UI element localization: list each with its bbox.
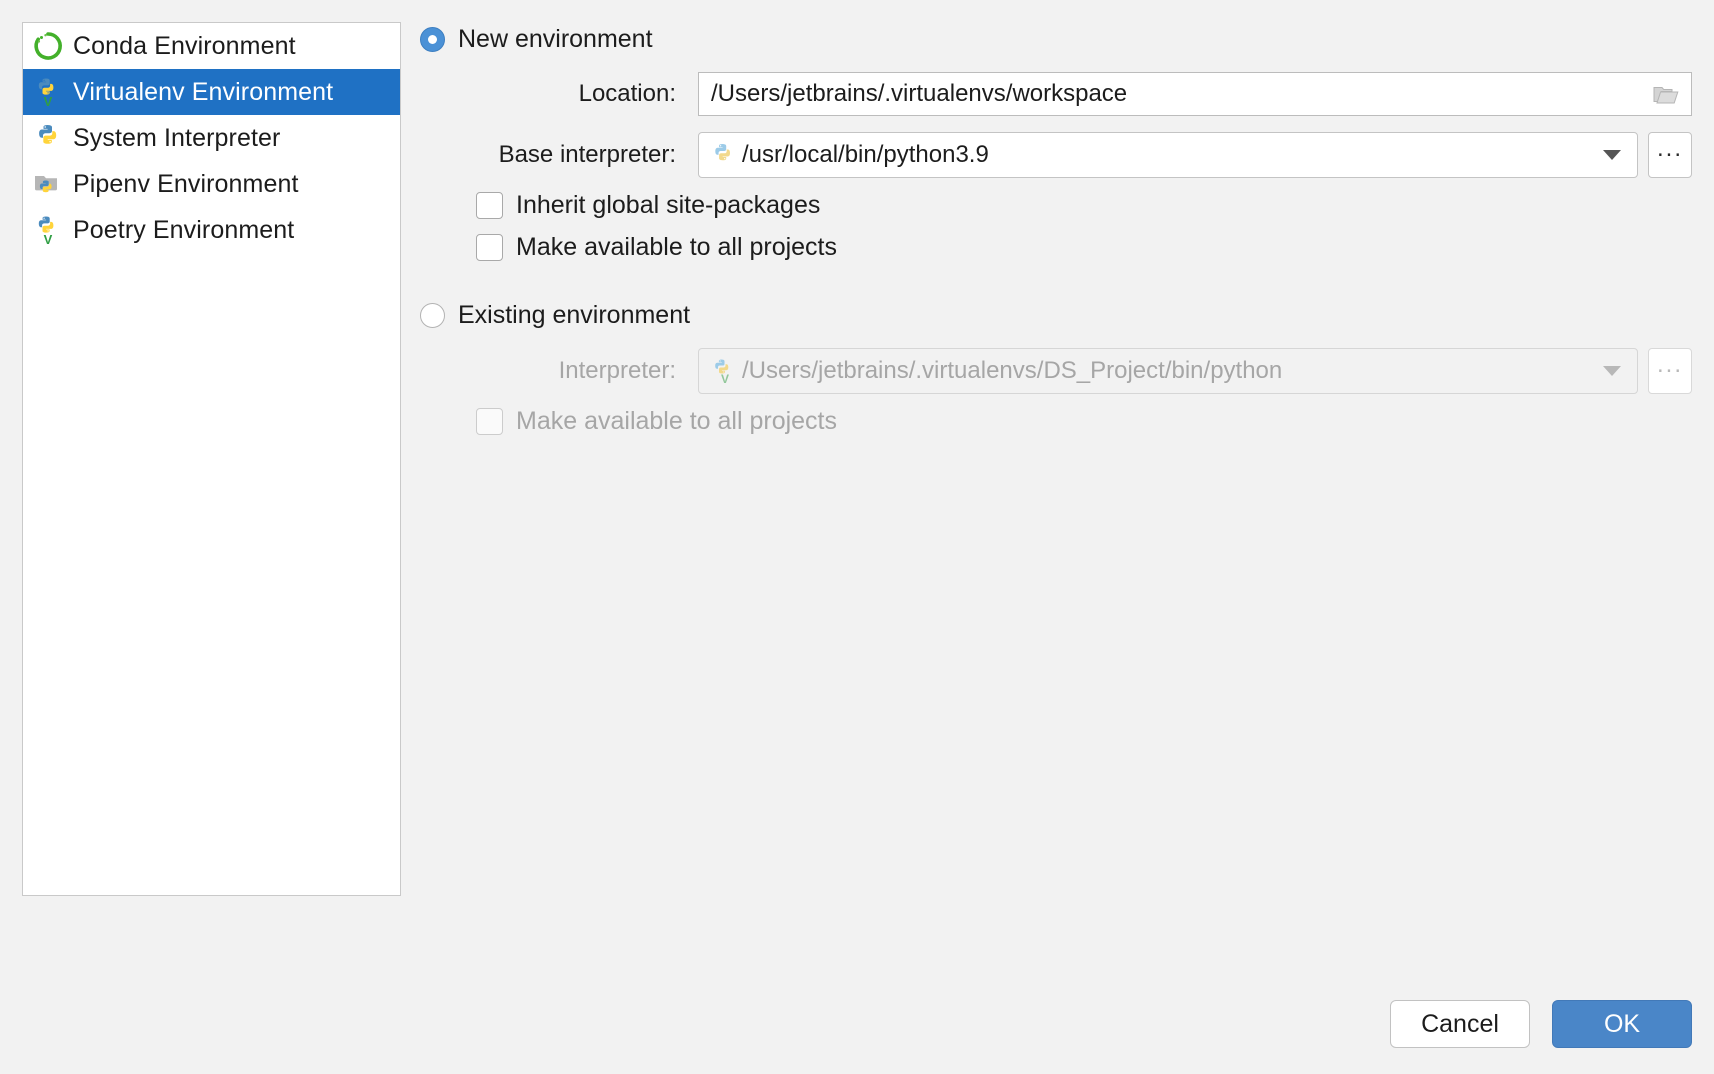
sidebar-item-label: Poetry Environment bbox=[73, 216, 294, 245]
virtualenv-icon: V bbox=[31, 75, 65, 109]
new-environment-label: New environment bbox=[458, 25, 653, 54]
conda-icon bbox=[31, 29, 65, 63]
inherit-site-packages-checkbox[interactable] bbox=[476, 192, 503, 219]
sidebar-item-label: Virtualenv Environment bbox=[73, 78, 333, 107]
folder-icon[interactable] bbox=[1653, 84, 1679, 105]
base-interpreter-more-button[interactable]: ... bbox=[1648, 132, 1692, 178]
interpreter-combo[interactable]: V /Users/jetbrains/.virtualenvs/DS_Proje… bbox=[698, 348, 1638, 394]
interpreter-label: Interpreter: bbox=[420, 357, 698, 385]
sidebar-item-system-interpreter[interactable]: System Interpreter bbox=[23, 115, 400, 161]
ok-button[interactable]: OK bbox=[1552, 1000, 1692, 1048]
environment-type-list[interactable]: Conda Environment V Virtualenv Environme… bbox=[22, 22, 401, 896]
sidebar-item-label: System Interpreter bbox=[73, 124, 280, 153]
virtualenv-icon: V bbox=[709, 357, 737, 385]
location-value: /Users/jetbrains/.virtualenvs/workspace bbox=[711, 80, 1127, 108]
interpreter-dialog: Conda Environment V Virtualenv Environme… bbox=[0, 0, 1714, 1074]
dialog-button-bar: Cancel OK bbox=[1390, 1000, 1692, 1048]
sidebar-item-conda-environment[interactable]: Conda Environment bbox=[23, 23, 400, 69]
sidebar-item-virtualenv-environment[interactable]: V Virtualenv Environment bbox=[23, 69, 400, 115]
python-icon bbox=[709, 141, 737, 169]
base-interpreter-label: Base interpreter: bbox=[420, 141, 698, 169]
existing-environment-radio-row[interactable]: Existing environment bbox=[420, 298, 1692, 332]
inherit-site-packages-label: Inherit global site-packages bbox=[516, 191, 820, 220]
existing-environment-radio[interactable] bbox=[420, 303, 445, 328]
pipenv-icon bbox=[31, 167, 65, 201]
interpreter-row: Interpreter: V /Users/jetbrains/.virtual… bbox=[420, 348, 1692, 394]
existing-environment-section: Existing environment Interpreter: V /Use… bbox=[420, 298, 1692, 436]
existing-make-available-all-projects-row[interactable]: Make available to all projects bbox=[420, 407, 1692, 436]
existing-environment-label: Existing environment bbox=[458, 301, 690, 330]
interpreter-value: /Users/jetbrains/.virtualenvs/DS_Project… bbox=[742, 357, 1282, 385]
new-make-available-all-projects-checkbox[interactable] bbox=[476, 234, 503, 261]
sidebar-item-label: Pipenv Environment bbox=[73, 170, 299, 199]
base-interpreter-row: Base interpreter: /usr/local/bin/python3… bbox=[420, 132, 1692, 178]
new-make-available-all-projects-label: Make available to all projects bbox=[516, 233, 837, 262]
interpreter-more-button[interactable]: ... bbox=[1648, 348, 1692, 394]
new-environment-radio-row[interactable]: New environment bbox=[420, 22, 1692, 56]
environment-config-panel: New environment Location: /Users/jetbrai… bbox=[420, 22, 1692, 1052]
existing-make-available-all-projects-label: Make available to all projects bbox=[516, 407, 837, 436]
base-interpreter-combo[interactable]: /usr/local/bin/python3.9 bbox=[698, 132, 1638, 178]
cancel-button[interactable]: Cancel bbox=[1390, 1000, 1530, 1048]
location-input[interactable]: /Users/jetbrains/.virtualenvs/workspace bbox=[698, 72, 1692, 116]
location-label: Location: bbox=[420, 80, 698, 108]
poetry-icon: V bbox=[31, 213, 65, 247]
chevron-down-icon[interactable] bbox=[1603, 366, 1621, 376]
svg-text:V: V bbox=[44, 94, 53, 109]
location-row: Location: /Users/jetbrains/.virtualenvs/… bbox=[420, 72, 1692, 116]
base-interpreter-value: /usr/local/bin/python3.9 bbox=[742, 141, 989, 169]
inherit-site-packages-row[interactable]: Inherit global site-packages bbox=[420, 191, 1692, 220]
existing-make-available-all-projects-checkbox[interactable] bbox=[476, 408, 503, 435]
python-icon bbox=[31, 121, 65, 155]
sidebar-item-poetry-environment[interactable]: V Poetry Environment bbox=[23, 207, 400, 253]
new-make-available-all-projects-row[interactable]: Make available to all projects bbox=[420, 233, 1692, 262]
chevron-down-icon[interactable] bbox=[1603, 150, 1621, 160]
sidebar-item-label: Conda Environment bbox=[73, 32, 296, 61]
new-environment-radio[interactable] bbox=[420, 27, 445, 52]
svg-text:V: V bbox=[44, 232, 53, 247]
sidebar-item-pipenv-environment[interactable]: Pipenv Environment bbox=[23, 161, 400, 207]
svg-text:V: V bbox=[721, 372, 729, 385]
